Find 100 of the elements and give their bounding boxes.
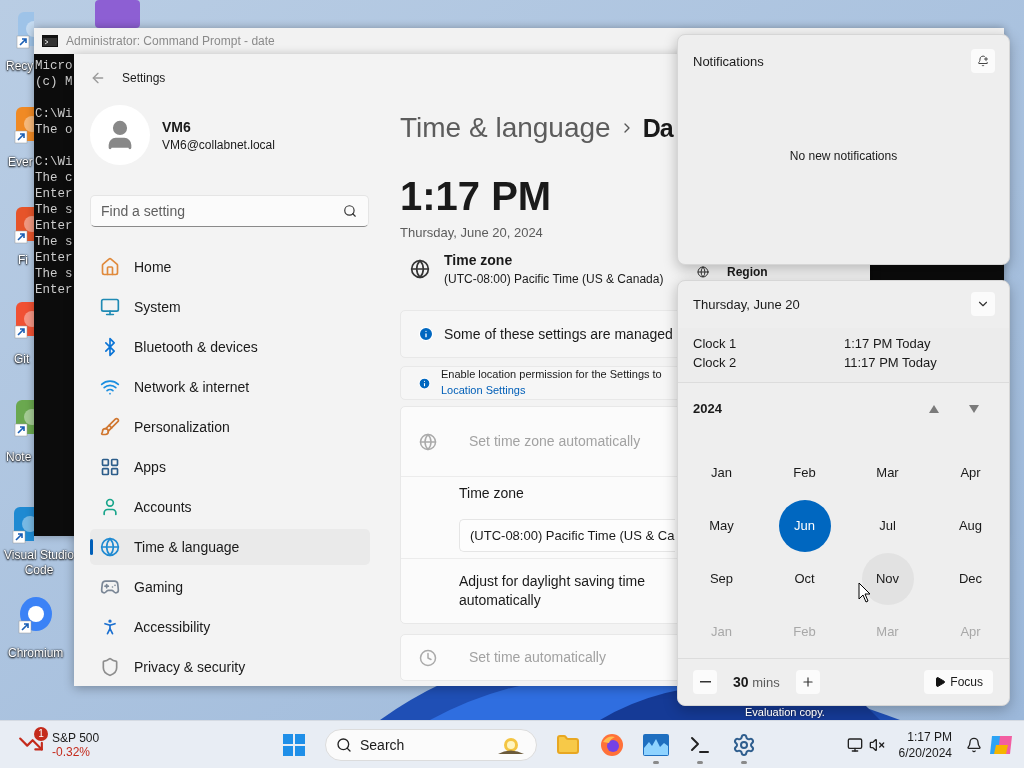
- browser-icon: [600, 732, 624, 757]
- console-line: C:\Wi: [35, 106, 73, 122]
- app-icon[interactable]: [14, 10, 34, 50]
- grid-icon: [100, 457, 120, 477]
- windows-logo-icon: [283, 733, 305, 756]
- month-cell[interactable]: Jul: [861, 499, 914, 552]
- empty-message: No new notifications: [789, 148, 898, 163]
- nav-item[interactable]: Gaming: [90, 569, 370, 605]
- app-icon[interactable]: [12, 205, 34, 245]
- month-cell[interactable]: Jun: [778, 499, 831, 552]
- app-icon[interactable]: [10, 505, 34, 545]
- globe-icon: [410, 259, 430, 279]
- time-zone-label: Time zone: [444, 252, 514, 268]
- nav-item[interactable]: Home: [90, 249, 370, 285]
- notification-badge: 1: [34, 726, 48, 741]
- app-icon[interactable]: [12, 300, 34, 340]
- time-zone-dropdown[interactable]: (UTC-08:00) Pacific Time (US & Ca: [459, 518, 675, 552]
- decrease-button[interactable]: [693, 670, 717, 695]
- nav-item[interactable]: Privacy & security: [90, 649, 370, 685]
- month-cell[interactable]: Dec: [944, 552, 997, 605]
- app-icon[interactable]: [12, 105, 34, 145]
- bell-icon: [977, 55, 989, 67]
- triangle-down-icon: [969, 404, 979, 413]
- nav-item[interactable]: Accessibility: [90, 609, 370, 645]
- setting-label: Set time automatically: [469, 648, 606, 667]
- chart-icon: [643, 733, 669, 756]
- month-cell[interactable]: Sep: [695, 552, 748, 605]
- pointer-icon: [858, 582, 872, 604]
- setting-label: Time zone: [459, 483, 524, 503]
- clock-time: 11:17 PM Today: [844, 354, 938, 370]
- shield-icon: [100, 657, 120, 677]
- location-settings-link[interactable]: Location Settings: [441, 384, 526, 396]
- search-field[interactable]: Find a setting: [90, 195, 369, 227]
- breadcrumb-link[interactable]: Time & language: [400, 112, 611, 144]
- do-not-disturb-button[interactable]: [971, 49, 995, 73]
- user-email: VM6@collabnet.local: [162, 137, 275, 152]
- collapse-button[interactable]: [971, 292, 995, 317]
- focus-button[interactable]: Focus: [924, 670, 993, 695]
- taskbar-search[interactable]: Search: [325, 728, 537, 761]
- month-cell[interactable]: Jan: [695, 446, 748, 499]
- clock-icon: [419, 648, 437, 667]
- clock-time: 1:17 PM Today: [844, 335, 932, 351]
- date-heading: Thursday, June 20: [693, 296, 800, 312]
- clock-name: Clock 1: [693, 335, 738, 351]
- month-cell[interactable]: May: [695, 499, 748, 552]
- console-icon: [42, 35, 58, 47]
- current-time: 1:17 PM: [400, 174, 553, 219]
- nav-item[interactable]: System: [90, 289, 370, 325]
- plus-icon: [800, 675, 815, 690]
- info-text: Some of these settings are managed: [444, 326, 673, 342]
- taskbar-clock[interactable]: 1:17 PM 6/20/2024: [890, 728, 960, 761]
- setting-label: Adjust for daylight saving time automatically: [459, 572, 646, 610]
- nav-item[interactable]: Bluetooth & devices: [90, 329, 370, 365]
- info-text: Enable location permission for the Settings to: [441, 368, 662, 380]
- setting-label: Set time zone automatically: [469, 432, 641, 451]
- console-line: Enter: [35, 282, 73, 298]
- console-line: The s: [35, 202, 73, 218]
- minus-icon: [699, 681, 711, 684]
- build-text: Evaluation copy.: [745, 706, 825, 718]
- time-zone-value: (UTC-08:00) Pacific Time (US & Canada): [444, 272, 664, 286]
- back-icon[interactable]: [90, 70, 106, 86]
- stock-change: -0.32%: [52, 744, 92, 759]
- person-icon: [100, 497, 120, 517]
- nav-item[interactable]: Network & internet: [90, 369, 370, 405]
- console-line: The o: [35, 122, 73, 138]
- current-date: Thursday, June 20, 2024: [400, 225, 544, 240]
- monitor-icon[interactable]: [846, 736, 863, 753]
- month-cell[interactable]: Oct: [778, 552, 831, 605]
- month-cell[interactable]: Feb: [778, 446, 831, 499]
- brush-icon: [100, 417, 120, 437]
- monitor-icon: [100, 297, 120, 317]
- console-line: The s: [35, 266, 73, 282]
- house-icon: [100, 257, 120, 277]
- globe-icon: [697, 266, 709, 278]
- console-line: The c: [35, 170, 73, 186]
- console-line: Enter: [35, 250, 73, 266]
- month-cell[interactable]: Apr: [944, 446, 997, 499]
- console-line: Enter: [35, 218, 73, 234]
- month-cell[interactable]: Nov: [861, 552, 914, 605]
- muted-speaker-icon[interactable]: [868, 736, 885, 753]
- panel-title: Notifications: [693, 53, 764, 69]
- nav-item[interactable]: Accounts: [90, 489, 370, 525]
- triangle-up-icon: [929, 404, 939, 413]
- app-icon[interactable]: [12, 398, 34, 438]
- info-icon: [418, 326, 434, 342]
- focus-duration: 30 mins: [732, 674, 781, 691]
- search-icon: [336, 736, 352, 753]
- globe-icon: [100, 537, 120, 557]
- nav-item[interactable]: Time & language: [90, 529, 370, 565]
- increase-button[interactable]: [795, 670, 820, 695]
- month-cell[interactable]: Mar: [861, 446, 914, 499]
- bell-icon[interactable]: [966, 736, 982, 753]
- year-heading[interactable]: 2024: [693, 401, 914, 417]
- globe-icon: [419, 432, 437, 451]
- gear-icon: [732, 732, 756, 757]
- stock-name[interactable]: S&P 500: [52, 730, 100, 745]
- nav-item[interactable]: Personalization: [90, 409, 370, 445]
- month-cell[interactable]: Aug: [944, 499, 997, 552]
- nav-item[interactable]: Apps: [90, 449, 370, 485]
- app-title: Settings: [122, 71, 166, 85]
